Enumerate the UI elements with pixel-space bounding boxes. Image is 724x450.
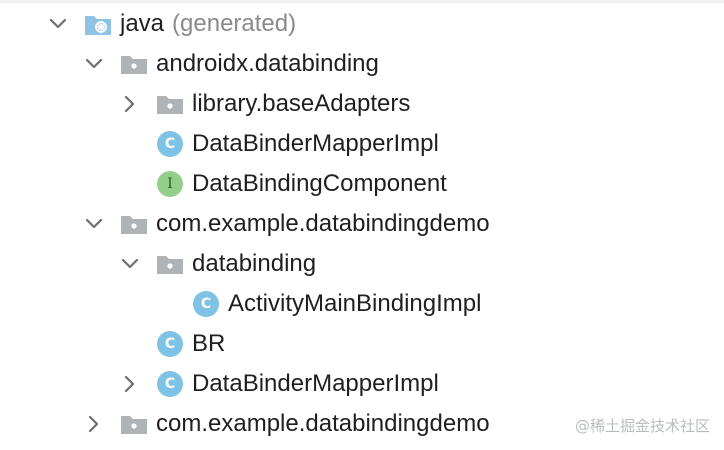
tree-item-label: com.example.databindingdemo — [156, 210, 490, 237]
chevron-right-icon[interactable] — [120, 374, 140, 394]
chevron-down-icon[interactable] — [120, 254, 140, 274]
class-icon: C — [192, 291, 220, 317]
chevron-down-icon[interactable] — [84, 54, 104, 74]
package-folder-icon — [156, 91, 184, 117]
class-badge: C — [193, 291, 219, 317]
tree-row-package[interactable]: androidx.databinding — [0, 44, 724, 84]
chevron-down-icon[interactable] — [84, 214, 104, 234]
package-folder-icon — [120, 411, 148, 437]
tree-row-package[interactable]: com.example.databindingdemo — [0, 204, 724, 244]
tree-row-package[interactable]: library.baseAdapters — [0, 84, 724, 124]
class-icon: C — [156, 331, 184, 357]
tree-item-label: com.example.databindingdemo — [156, 410, 490, 437]
class-icon: C — [156, 131, 184, 157]
chevron-right-icon[interactable] — [120, 94, 140, 114]
tree-row-interface[interactable]: I DataBindingComponent — [0, 164, 724, 204]
tree-item-label: DataBindingComponent — [192, 170, 447, 197]
tree-item-label: DataBinderMapperImpl — [192, 130, 439, 157]
watermark: @稀土掘金技术社区 — [574, 417, 710, 435]
top-divider — [0, 0, 724, 3]
chevron-down-icon[interactable] — [48, 14, 68, 34]
package-folder-icon — [156, 251, 184, 277]
tree-row-package[interactable]: databinding — [0, 244, 724, 284]
tree-item-label: databinding — [192, 250, 317, 277]
tree-item-suffix: (generated) — [172, 10, 297, 37]
class-icon: C — [156, 371, 184, 397]
chevron-right-icon[interactable] — [84, 414, 104, 434]
tree-row-class[interactable]: C DataBinderMapperImpl — [0, 364, 724, 404]
source-root-folder-icon — [84, 11, 112, 37]
package-folder-icon — [120, 51, 148, 77]
tree-row-class[interactable]: C ActivityMainBindingImpl — [0, 284, 724, 324]
tree-item-label: DataBinderMapperImpl — [192, 370, 439, 397]
class-badge: C — [157, 331, 183, 357]
tree-row-java-generated[interactable]: java (generated) — [0, 4, 724, 44]
interface-icon: I — [156, 171, 184, 197]
tree-item-label: androidx.databinding — [156, 50, 379, 77]
tree-item-label: library.baseAdapters — [192, 90, 411, 117]
tree-row-class[interactable]: C BR — [0, 324, 724, 364]
package-folder-icon — [120, 211, 148, 237]
tree-item-label: ActivityMainBindingImpl — [228, 290, 482, 317]
class-badge: C — [157, 131, 183, 157]
interface-badge: I — [157, 171, 183, 197]
project-tree: java (generated) androidx.databinding li… — [0, 4, 724, 444]
tree-item-label: BR — [192, 330, 226, 357]
tree-item-label: java — [120, 10, 165, 37]
class-badge: C — [157, 371, 183, 397]
tree-row-class[interactable]: C DataBinderMapperImpl — [0, 124, 724, 164]
